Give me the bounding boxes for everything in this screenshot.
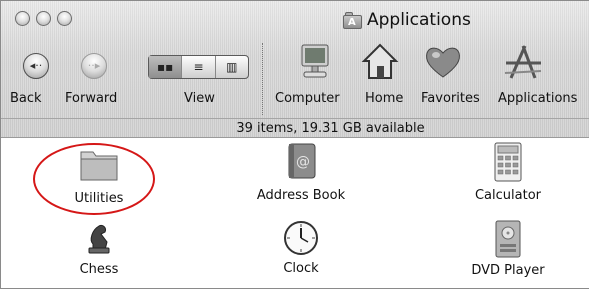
status-bar: 39 items, 19.31 GB available: [1, 118, 589, 138]
forward-arrow-icon: ··▸: [87, 59, 101, 72]
computer-icon[interactable]: [295, 43, 335, 81]
icon-view-icon: ▪▪: [157, 60, 174, 74]
address-book-icon: @: [288, 143, 316, 179]
view-label: View: [184, 91, 215, 106]
dvd-player-icon: [495, 220, 521, 258]
item-label: DVD Player: [471, 263, 545, 278]
applications-icon[interactable]: [503, 43, 543, 81]
column-view-button[interactable]: ▥: [214, 56, 248, 78]
computer-label[interactable]: Computer: [275, 91, 340, 106]
chess-icon: [88, 225, 110, 254]
list-view-button[interactable]: ≡: [181, 56, 214, 78]
close-window-button[interactable]: [15, 11, 30, 26]
applications-folder-icon: A: [343, 11, 362, 29]
home-label[interactable]: Home: [365, 91, 403, 106]
back-arrow-icon: ◂··: [29, 59, 43, 72]
window-title: A Applications: [343, 9, 471, 31]
zoom-window-button[interactable]: [57, 11, 72, 26]
item-dvd-player[interactable]: DVD Player: [456, 219, 560, 278]
svg-text:@: @: [296, 154, 310, 170]
heart-icon[interactable]: [423, 43, 463, 81]
item-label: Calculator: [474, 188, 541, 203]
item-label: Chess: [79, 262, 119, 277]
favorites-label[interactable]: Favorites: [421, 91, 480, 106]
item-address-book[interactable]: @ Address Book: [241, 141, 361, 203]
item-label: Address Book: [256, 188, 346, 203]
status-text: 39 items, 19.31 GB available: [236, 121, 425, 136]
clock-icon: [284, 221, 318, 255]
home-icon[interactable]: [360, 43, 400, 81]
item-label: Clock: [283, 261, 319, 276]
title-bar[interactable]: A Applications: [1, 1, 589, 37]
forward-label: Forward: [65, 91, 118, 106]
back-label: Back: [10, 91, 42, 106]
highlight-ring: [33, 143, 155, 215]
forward-button[interactable]: ··▸: [81, 53, 107, 79]
view-mode-control[interactable]: ▪▪ ≡ ▥: [148, 55, 249, 79]
toolbar-separator: [262, 43, 263, 115]
back-button[interactable]: ◂··: [23, 53, 49, 79]
item-clock[interactable]: Clock: [261, 219, 341, 276]
item-calculator[interactable]: Calculator: [453, 141, 563, 203]
window-title-text: Applications: [367, 10, 471, 30]
minimize-window-button[interactable]: [36, 11, 51, 26]
list-view-icon: ≡: [193, 60, 204, 74]
applications-label[interactable]: Applications: [498, 91, 577, 106]
finder-window: A Applications ◂·· Back ··▸ Forward ▪▪ ≡…: [0, 0, 589, 289]
item-chess[interactable]: Chess: [61, 220, 137, 277]
window-chrome: A Applications ◂·· Back ··▸ Forward ▪▪ ≡…: [1, 1, 589, 138]
icon-view-button[interactable]: ▪▪: [149, 56, 182, 78]
column-view-icon: ▥: [226, 60, 238, 74]
calculator-icon: [494, 142, 522, 182]
